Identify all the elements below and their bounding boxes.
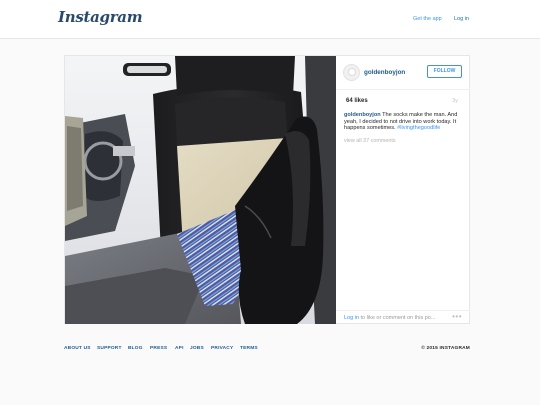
likes-row: 64 likes 3y xyxy=(336,91,470,109)
top-navigation-bar: Instagram Get the app Log in xyxy=(0,0,540,39)
login-prompt: Log in to like or comment on this po... xyxy=(344,315,435,321)
copyright-text: © 2015 INSTAGRAM xyxy=(421,346,470,351)
post-header: goldenboyjon FOLLOW xyxy=(336,56,470,90)
caption-hashtag[interactable]: #livingthegoodlife xyxy=(397,125,440,131)
log-in-link[interactable]: Log in xyxy=(454,16,469,22)
footer-link-terms[interactable]: TERMS xyxy=(240,346,258,351)
avatar[interactable] xyxy=(343,64,360,81)
get-the-app-link[interactable]: Get the app xyxy=(413,16,442,22)
post-caption: goldenboyjon The socks make the man. And… xyxy=(344,112,464,132)
page-footer: ABOUT US SUPPORT BLOG PRESS API JOBS PRI… xyxy=(64,346,470,356)
post-sidebar: goldenboyjon FOLLOW 64 likes 3y goldenbo… xyxy=(336,56,470,324)
footer-link-jobs[interactable]: JOBS xyxy=(190,346,204,351)
more-dots-icon[interactable]: ••• xyxy=(452,312,462,321)
post-time-ago[interactable]: 3y xyxy=(452,98,458,104)
avatar-placeholder-icon xyxy=(348,68,356,76)
login-to-comment-link[interactable]: Log in xyxy=(344,315,359,321)
post-card: goldenboyjon FOLLOW 64 likes 3y goldenbo… xyxy=(64,55,470,324)
footer-link-about-us[interactable]: ABOUT US xyxy=(64,346,91,351)
login-prompt-text: to like or comment on this po... xyxy=(359,315,436,321)
footer-link-privacy[interactable]: PRIVACY xyxy=(211,346,233,351)
instagram-logo[interactable]: Instagram xyxy=(58,8,143,26)
footer-link-blog[interactable]: BLOG xyxy=(128,346,143,351)
footer-link-api[interactable]: API xyxy=(175,346,184,351)
post-photo[interactable] xyxy=(65,56,336,324)
post-username[interactable]: goldenboyjon xyxy=(364,69,405,76)
likes-count: 64 likes xyxy=(346,98,368,104)
caption-username[interactable]: goldenboyjon xyxy=(344,112,381,118)
post-photo-image xyxy=(65,56,336,324)
view-all-comments-link[interactable]: view all 37 comments xyxy=(344,138,396,144)
footer-link-support[interactable]: SUPPORT xyxy=(97,346,122,351)
follow-button[interactable]: FOLLOW xyxy=(427,65,462,78)
footer-link-press[interactable]: PRESS xyxy=(150,346,167,351)
post-footer: Log in to like or comment on this po... … xyxy=(336,310,470,324)
